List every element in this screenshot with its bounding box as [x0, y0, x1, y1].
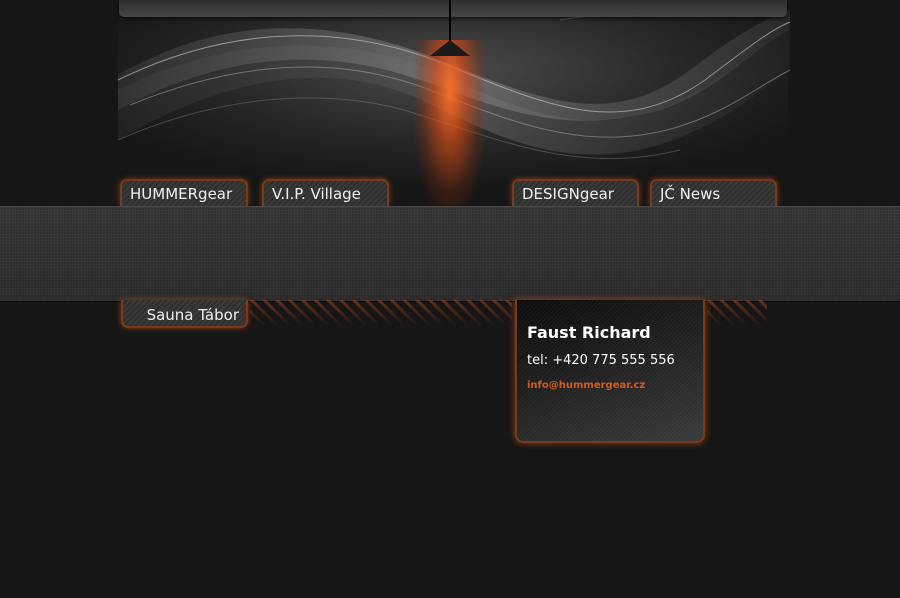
- nav-tab-sauna-tabor[interactable]: Sauna Tábor: [121, 300, 248, 328]
- main-content-band: [0, 206, 900, 302]
- nav-tab-designgear[interactable]: DESIGNgear: [512, 179, 639, 206]
- lamp-icon: [430, 40, 470, 56]
- top-bar: [119, 0, 787, 17]
- nav-tab-jc-news[interactable]: JČ News: [650, 179, 777, 206]
- stripe-decoration-right: [707, 300, 767, 326]
- lamp-cord: [449, 0, 451, 44]
- contact-name: Faust Richard: [527, 323, 651, 342]
- lamp-glow: [415, 40, 485, 210]
- contact-email-link[interactable]: info@hummergear.cz: [527, 380, 645, 391]
- nav-tab-vip-village[interactable]: V.I.P. Village: [262, 179, 389, 206]
- contact-phone: tel: +420 775 555 556: [527, 353, 675, 368]
- stripe-decoration-left: [250, 300, 512, 326]
- page: HUMMERgear V.I.P. Village DESIGNgear JČ …: [0, 0, 900, 598]
- nav-tab-hummergear[interactable]: HUMMERgear: [120, 179, 248, 206]
- contact-card: Faust Richard tel: +420 775 555 556 info…: [515, 300, 705, 443]
